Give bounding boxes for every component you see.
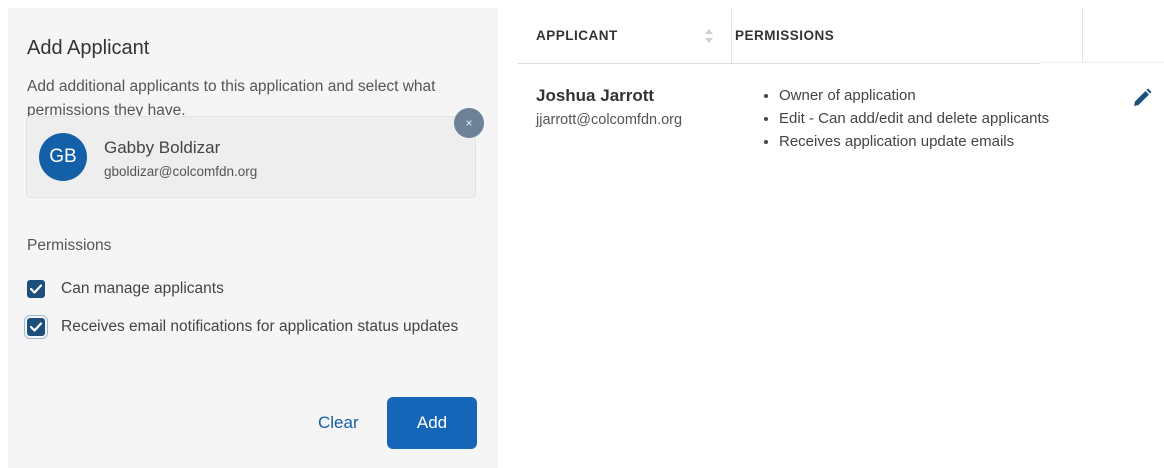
header-divider [1040,62,1164,63]
avatar: GB [39,133,87,181]
selected-applicant-name: Gabby Boldizar [104,138,221,157]
permission-item: Edit - Can add/edit and delete applicant… [779,107,1109,130]
close-icon: × [465,116,473,130]
check-icon [30,284,42,294]
permissions-heading: Permissions [27,237,112,254]
permission-manage-applicants[interactable]: Can manage applicants [27,280,224,301]
permission-item: Receives application update emails [779,130,1109,153]
email-notifications-checkbox[interactable] [27,318,45,336]
sort-icon[interactable] [704,26,714,46]
panel-title: Add Applicant [27,37,150,59]
manage-applicants-label: Can manage applicants [61,280,224,297]
add-applicant-panel: Add Applicant Add additional applicants … [8,8,498,468]
selected-applicant-card: GB Gabby Boldizar gboldizar@colcomfdn.or… [26,116,476,198]
permission-email-notifications[interactable]: Receives email notifications for applica… [27,318,461,339]
add-button[interactable]: Add [387,397,477,449]
manage-applicants-checkbox[interactable] [27,280,45,298]
applicant-name: Joshua Jarrott [536,86,655,105]
email-notifications-label: Receives email notifications for applica… [61,318,459,335]
column-divider [1082,8,1083,63]
column-header-applicant[interactable]: APPLICANT [536,8,618,63]
permission-item: Owner of application [779,84,1109,107]
selected-applicant-email: gboldizar@colcomfdn.org [104,164,258,179]
table-header: APPLICANT PERMISSIONS [518,8,1110,63]
clear-button[interactable]: Clear [318,413,359,433]
check-icon [30,322,42,332]
pencil-icon[interactable] [1132,88,1152,108]
applicant-permissions-list: Owner of application Edit - Can add/edit… [757,84,1109,153]
remove-applicant-button[interactable]: × [454,108,484,138]
applicant-email: jjarrott@colcomfdn.org [536,112,683,128]
column-divider [731,8,732,63]
column-header-permissions: PERMISSIONS [735,28,835,43]
header-divider [518,63,1040,64]
